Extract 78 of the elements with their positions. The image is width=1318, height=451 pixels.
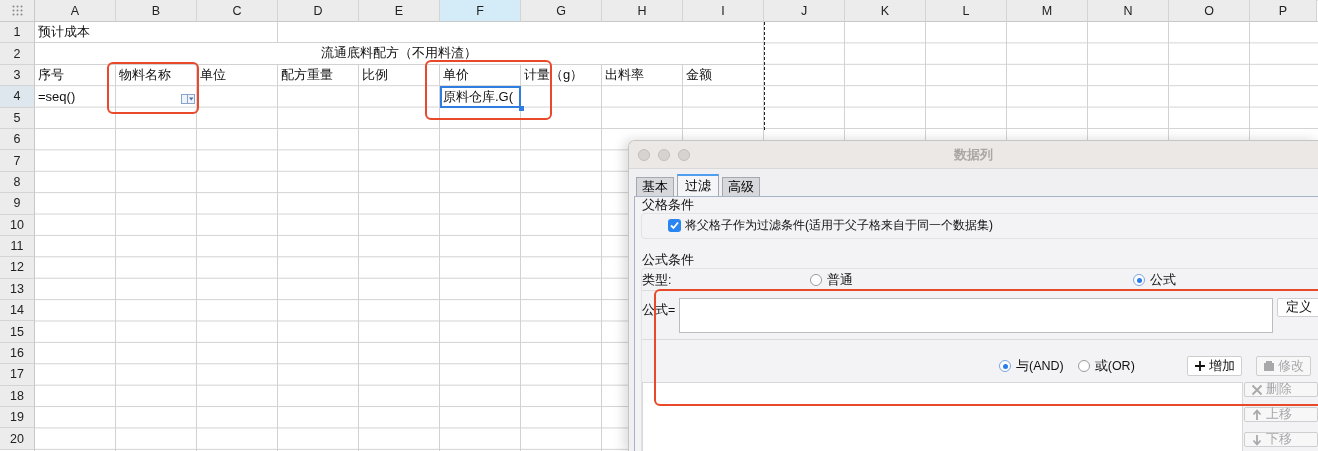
checkbox[interactable] (668, 219, 681, 232)
row-header[interactable]: 16 (0, 342, 35, 365)
radio-button[interactable] (999, 360, 1011, 372)
row-header[interactable]: 8 (0, 171, 35, 194)
table-cell-text: 物料名称 (118, 66, 172, 85)
column-header[interactable]: A (35, 0, 116, 22)
row-header[interactable]: 20 (0, 428, 35, 450)
dropdown-icon[interactable] (181, 93, 195, 104)
row-header[interactable]: 13 (0, 278, 35, 301)
column-header[interactable]: O (1169, 0, 1250, 22)
plus-icon (1193, 360, 1206, 372)
row-header[interactable]: 3 (0, 64, 35, 87)
radio-label: 或(OR) (1094, 357, 1135, 375)
row-header[interactable]: 12 (0, 257, 35, 279)
formula-input[interactable] (679, 298, 1273, 333)
section-title: 公式条件 (642, 253, 694, 267)
section-title: 父格条件 (642, 198, 694, 212)
type-label: 类型: (642, 271, 672, 289)
radio-label: 普通 (827, 271, 853, 289)
row-header[interactable]: 19 (0, 407, 35, 429)
column-header[interactable]: K (845, 0, 926, 22)
row-header[interactable]: 4 (0, 86, 35, 108)
checkbox-label: 将父格子作为过滤条件(适用于父子格来自于同一个数据集) (685, 217, 993, 234)
up-arrow-icon (1251, 408, 1263, 421)
formula-label: 公式= (642, 302, 675, 319)
row-header[interactable]: 14 (0, 300, 35, 322)
table-cell-text: 金额 (685, 66, 713, 85)
row-header[interactable]: 17 (0, 364, 35, 386)
row-header[interactable]: 5 (0, 107, 35, 129)
row-header[interactable]: 1 (0, 22, 35, 44)
row-header[interactable]: 7 (0, 150, 35, 172)
table-cell: 预计成本 (35, 22, 278, 44)
table-cell-text: 出料率 (604, 66, 645, 85)
edit-icon (1262, 360, 1275, 372)
row-header[interactable]: 6 (0, 128, 35, 151)
close-icon (1251, 383, 1263, 396)
condition-list[interactable] (642, 382, 1243, 451)
table-cell-text: 配方重量 (280, 66, 334, 85)
add-button[interactable]: 增加 (1186, 356, 1242, 376)
column-header[interactable]: B (116, 0, 197, 22)
tab[interactable]: 基本 (636, 177, 674, 196)
column-header[interactable]: G (521, 0, 602, 22)
column-header[interactable]: P (1250, 0, 1317, 22)
tab[interactable]: 高级 (722, 177, 760, 196)
select-all-icon[interactable] (11, 5, 23, 16)
row-header[interactable]: 10 (0, 214, 35, 236)
row-header[interactable]: 15 (0, 321, 35, 343)
column-header[interactable]: L (926, 0, 1007, 22)
down-arrow-icon (1251, 433, 1263, 446)
table-cell-text: 计量（g） (523, 66, 585, 85)
row-header[interactable]: 2 (0, 43, 35, 65)
radio-button[interactable] (810, 274, 822, 286)
tab[interactable]: 过滤 (677, 174, 719, 196)
row-header[interactable]: 9 (0, 193, 35, 215)
table-cell-text: 单位 (199, 66, 227, 85)
column-header[interactable]: E (359, 0, 440, 22)
sheet-title: 流通底料配方（不用料渣） (35, 43, 764, 65)
column-header[interactable]: D (278, 0, 359, 22)
window-title: 数据列 (954, 146, 993, 162)
table-cell-text: 序号 (37, 66, 65, 85)
column-header[interactable]: F (440, 0, 521, 22)
radio-label: 公式 (1150, 271, 1176, 289)
column-header[interactable]: J (764, 0, 845, 22)
define-button[interactable]: 定义 (1277, 298, 1318, 317)
column-header[interactable]: I (683, 0, 764, 22)
table-cell-text: 单价 (442, 66, 470, 85)
column-header[interactable]: H (602, 0, 683, 22)
row-header[interactable]: 11 (0, 235, 35, 258)
column-header[interactable]: N (1088, 0, 1169, 22)
column-header[interactable]: M (1007, 0, 1088, 22)
radio-button[interactable] (1133, 274, 1145, 286)
table-cell-text: =seq() (37, 88, 77, 107)
table-cell: 原料仓库.G( (440, 86, 521, 108)
radio-label: 与(AND) (1016, 357, 1064, 375)
row-header[interactable]: 18 (0, 385, 35, 408)
table-cell-text: 比例 (361, 66, 389, 85)
radio-button[interactable] (1077, 360, 1090, 372)
column-header[interactable]: C (197, 0, 278, 22)
